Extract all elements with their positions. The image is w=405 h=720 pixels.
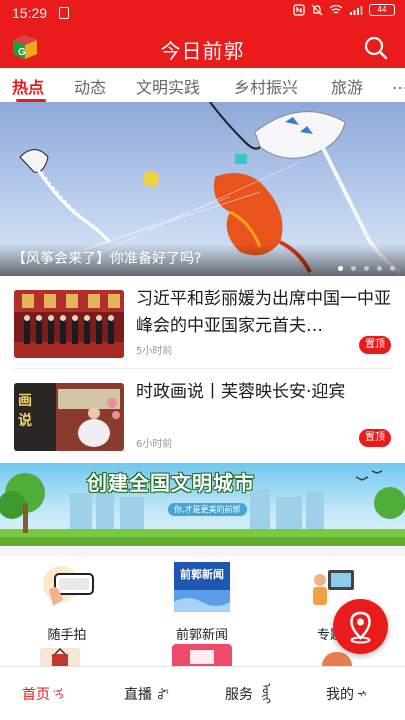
carousel-dot[interactable] [338,266,343,271]
news-item[interactable]: 习近平和彭丽媛为出席中国一中亚峰会的中亚国家元首夫… 5小时前 置顶 [0,276,405,371]
nav-label: 我的 [326,687,354,703]
status-bar: 15:29 44 [0,0,405,26]
nav-label: 服务 [225,687,253,703]
signal-icon [350,6,363,15]
nav-label: 直播 [124,687,152,703]
grid-item-label: 前郭新闻 [175,628,228,643]
grid-item-label: 随手拍 [47,628,87,643]
news-headline: 时政画说丨芙蓉映长安·迎宾 [136,382,346,402]
photo-icon [190,650,214,664]
pinned-badge: 置顶 [359,429,391,447]
status-icons: 44 [293,4,395,16]
news-item[interactable]: 画 说 时政画说丨芙蓉映长安·迎宾 6小时前 置顶 [0,369,405,464]
notification-icon [59,7,69,19]
nav-service[interactable]: 服务 ᠦᠢ [225,683,278,704]
news-logo-icon: 前郭新闻 [174,562,230,612]
nav-home[interactable]: 首页 ᠨᠢ [22,684,66,704]
mute-icon [311,4,323,16]
carousel-dot[interactable] [377,266,382,271]
svg-text:说: 说 [18,412,32,429]
nfc-icon [293,4,305,16]
tab-dynamic[interactable]: 动态 [74,74,106,98]
search-icon[interactable] [363,35,389,61]
carousel-dots [338,266,395,271]
promo-title: 创建全国文明城市 [87,471,255,495]
carousel-dot[interactable] [390,266,395,271]
news-time: 5小时前 [136,346,173,357]
svg-text:前郭新闻: 前郭新闻 [180,567,224,581]
mongolian-script-glyph: ᠨᠢ [51,688,65,699]
tv-icon [52,647,68,666]
pinned-badge: 置顶 [359,336,391,354]
tab-civilization[interactable]: 文明实践 [136,74,200,98]
hero-banner[interactable]: 【风筝会来了】你准备好了吗? [0,102,405,276]
battery-icon: 44 [369,4,395,16]
news-headline: 习近平和彭丽媛为出席中国一中亚峰会的中亚国家元首夫… [136,289,391,336]
mongolian-script-glyph: ᠱᠤ [154,687,168,700]
carousel-dot[interactable] [364,266,369,271]
grid-item-news[interactable]: 前郭新闻 前郭新闻 [152,560,252,643]
tab-rural[interactable]: 乡村振兴 [234,74,298,98]
app-bar: G 今日前郭 [0,26,405,68]
carousel-dot[interactable] [351,266,356,271]
bottom-nav: 首页 ᠨᠢ 直播 ᠱᠤ 服务 ᠦᠢ 我的ᠮ [0,666,405,720]
nav-live[interactable]: 直播 ᠱᠤ [124,684,169,704]
grid-item-partial[interactable] [172,644,232,666]
news-thumbnail: 画 说 [14,383,124,451]
phone-camera-icon [43,566,94,606]
status-time: 15:29 [12,5,48,21]
wifi-icon [329,4,343,14]
nav-label: 首页 [22,687,50,703]
grid-item-snapshot[interactable]: 随手拍 [17,560,117,643]
tab-hot[interactable]: 热点 [12,74,44,98]
mongolian-script-glyph: ᠮ [353,690,367,697]
tab-tourism[interactable]: 旅游 [331,74,363,98]
news-thumbnail [14,290,124,358]
promo-subtitle: 你,才是更美的前郭 [168,503,247,516]
location-pin-icon [350,611,371,644]
svg-text:画: 画 [18,393,32,409]
location-fab[interactable] [333,599,388,654]
tab-more[interactable]: … [392,74,405,93]
grid-item-partial[interactable] [322,652,352,666]
page-title: 今日前郭 [160,39,245,63]
grid-item-partial[interactable] [40,647,80,666]
banner-caption: 【风筝会来了】你准备好了吗? [12,251,202,267]
mongolian-script-glyph: ᠦᠢ [259,683,273,704]
news-time: 6小时前 [136,439,173,450]
promo-banner[interactable]: 创建全国文明城市 你,才是更美的前郭 [0,463,405,546]
category-tabs: 热点 动态 文明实践 乡村振兴 旅游 … [0,68,405,102]
nav-mine[interactable]: 我的ᠮ [326,684,367,704]
